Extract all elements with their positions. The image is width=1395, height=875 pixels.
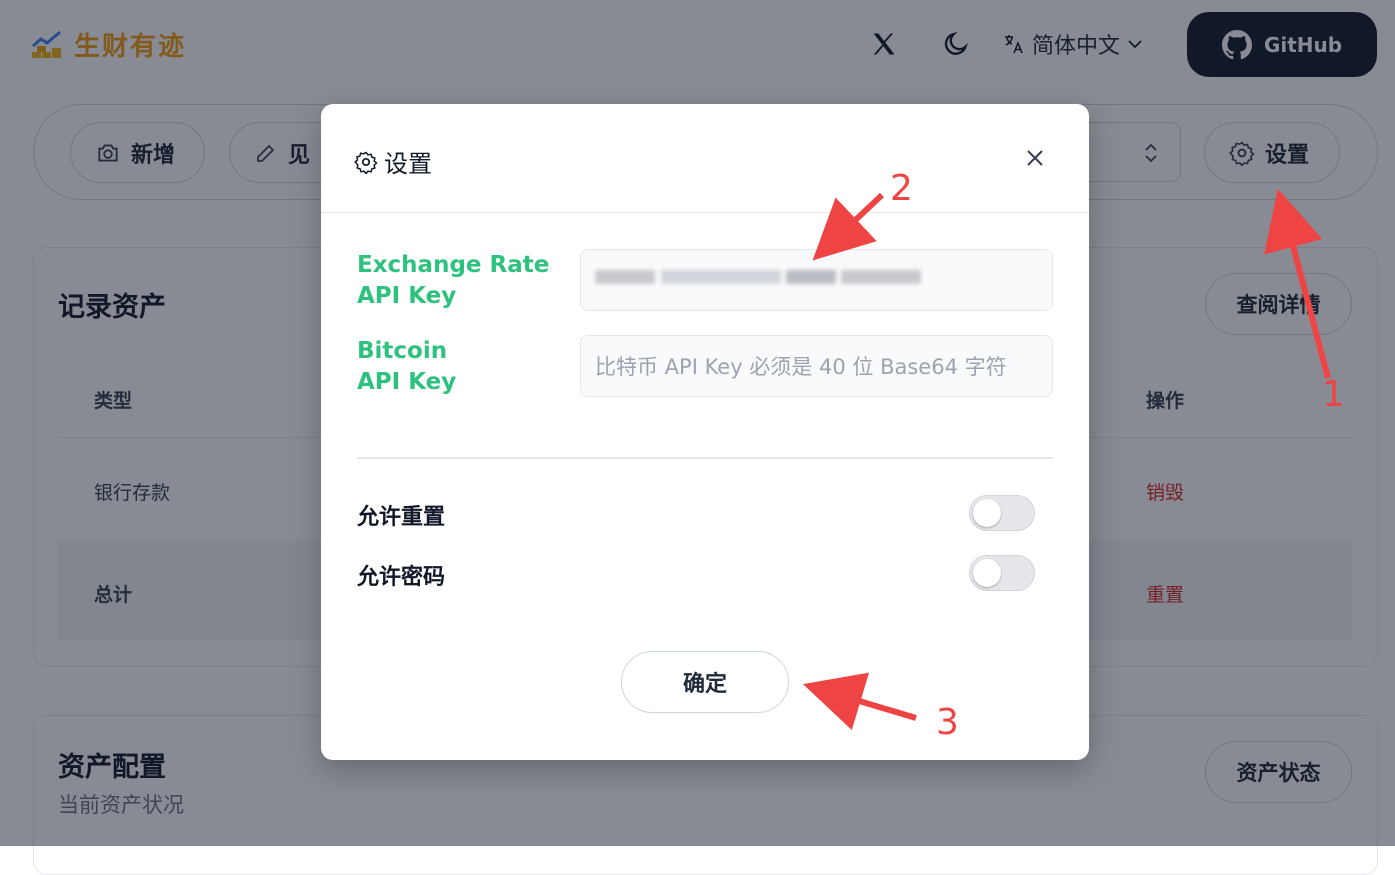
annotation-number-1: 1 (1322, 374, 1345, 415)
annotation-arrow-3 (803, 672, 917, 731)
annotation-number-3: 3 (936, 702, 959, 743)
annotation-arrow-2 (812, 192, 885, 261)
annotation-number-2: 2 (890, 168, 913, 209)
annotation-arrow-1 (1264, 188, 1331, 379)
annotation-overlay (803, 188, 1331, 731)
